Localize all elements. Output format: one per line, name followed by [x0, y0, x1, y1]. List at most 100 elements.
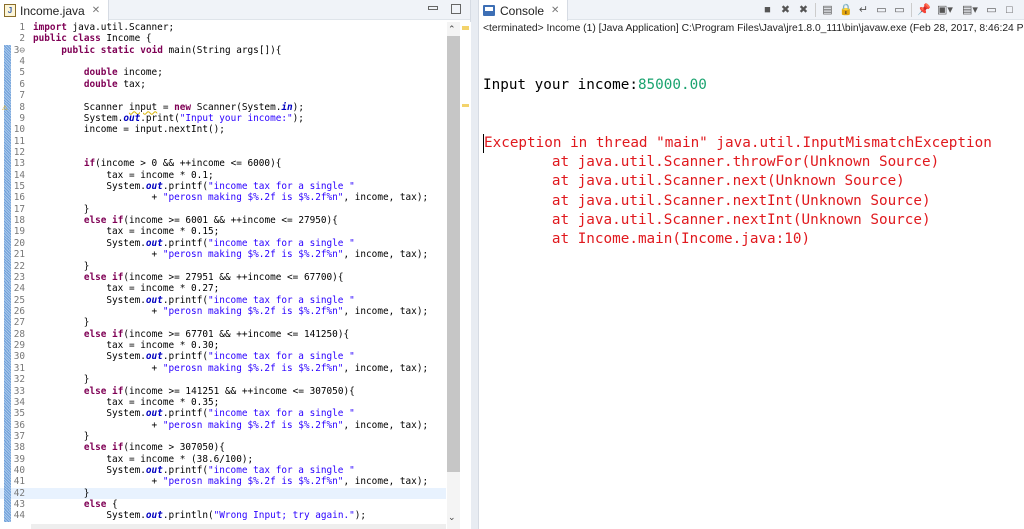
open-console-icon[interactable]: ▤▾: [960, 4, 980, 17]
line-number[interactable]: 5: [0, 67, 31, 79]
close-icon[interactable]: ✕: [551, 5, 559, 16]
line-number[interactable]: 41: [0, 476, 31, 488]
line-number[interactable]: 38: [0, 442, 31, 454]
code-line[interactable]: 16 + "perosn making $%.2f is $%.2f%n", i…: [0, 192, 446, 204]
tab-console[interactable]: Console ✕: [479, 0, 569, 21]
code-line[interactable]: 27 }: [0, 317, 446, 329]
line-number[interactable]: 6: [0, 78, 31, 91]
tab-income-java[interactable]: J Income.java ✕: [0, 0, 110, 21]
line-number[interactable]: 3⊖: [0, 44, 31, 57]
line-number[interactable]: 32: [0, 374, 31, 386]
code-line[interactable]: 13 if(income > 0 && ++income <= 6000){: [0, 158, 446, 170]
line-number[interactable]: 11: [0, 135, 31, 147]
scroll-lock-icon[interactable]: 🔒: [839, 4, 853, 17]
maximize-button[interactable]: [451, 4, 461, 14]
show-on-stderr-icon[interactable]: ▭: [893, 4, 906, 17]
line-number[interactable]: 35: [0, 408, 31, 420]
line-number[interactable]: 33: [0, 385, 31, 397]
code-line[interactable]: 29 tax = income * 0.30;: [0, 340, 446, 352]
clear-console-icon[interactable]: ▤: [821, 4, 834, 17]
console-output[interactable]: Input your income:85000.00 Exception in …: [483, 38, 992, 288]
line-number[interactable]: 37: [0, 430, 31, 443]
code-line[interactable]: 40 System.out.printf("income tax for a s…: [0, 465, 446, 477]
overview-marker[interactable]: [462, 26, 469, 30]
line-number[interactable]: 34: [0, 396, 31, 409]
code-line[interactable]: 11: [0, 135, 446, 147]
code-line[interactable]: 44 System.out.println("Wrong Input; try …: [0, 510, 446, 522]
terminate-icon[interactable]: ■: [761, 4, 774, 17]
code-line[interactable]: 21 + "perosn making $%.2f is $%.2f%n", i…: [0, 249, 446, 261]
code-line[interactable]: 12: [0, 146, 446, 159]
scroll-down-icon[interactable]: ⌄: [448, 512, 456, 523]
line-number[interactable]: 17: [0, 203, 31, 216]
code-line[interactable]: 20 System.out.printf("income tax for a s…: [0, 237, 446, 250]
line-number[interactable]: 26: [0, 305, 31, 318]
code-line[interactable]: 22 }: [0, 260, 446, 272]
line-number[interactable]: 4: [0, 56, 31, 68]
code-line[interactable]: 43 else {: [0, 499, 446, 511]
line-number[interactable]: 27: [0, 317, 31, 329]
line-number[interactable]: 13: [0, 158, 31, 170]
code-line[interactable]: 3⊖ public static void main(String args[]…: [0, 44, 446, 57]
code-line[interactable]: 23 else if(income >= 27951 && ++income <…: [0, 271, 446, 284]
line-number[interactable]: 29: [0, 340, 31, 352]
show-on-stdout-icon[interactable]: ▭: [875, 4, 888, 17]
line-number[interactable]: 2: [0, 33, 31, 44]
line-number[interactable]: 19: [0, 226, 31, 238]
code-line[interactable]: 28 else if(income >= 67701 && ++income <…: [0, 328, 446, 341]
warning-marker[interactable]: [462, 104, 469, 107]
line-number[interactable]: 22: [0, 260, 31, 272]
word-wrap-icon[interactable]: ↵: [857, 4, 870, 17]
code-line[interactable]: 32 }: [0, 374, 446, 386]
code-line[interactable]: 30 System.out.printf("income tax for a s…: [0, 351, 446, 363]
stack-trace-line[interactable]: at java.util.Scanner.nextInt(Unknown Sou…: [483, 192, 992, 211]
code-line[interactable]: 7: [0, 90, 446, 102]
scroll-up-icon[interactable]: ⌃: [448, 24, 456, 35]
code-line[interactable]: 5 double income;: [0, 67, 446, 79]
code-line[interactable]: 2 public class Income {: [0, 33, 446, 44]
code-line[interactable]: 34 tax = income * 0.35;: [0, 396, 446, 409]
stack-trace-line[interactable]: at java.util.Scanner.throwFor(Unknown So…: [483, 153, 992, 172]
line-number[interactable]: 18: [0, 215, 31, 227]
display-console-icon[interactable]: ▣▾: [935, 4, 955, 17]
code-line[interactable]: 4: [0, 56, 446, 68]
code-line[interactable]: 39 tax = income * (38.6/100);: [0, 453, 446, 466]
maximize-button[interactable]: □: [1003, 4, 1016, 17]
line-number[interactable]: 20: [0, 237, 31, 250]
code-line[interactable]: 26 + "perosn making $%.2f is $%.2f%n", i…: [0, 305, 446, 318]
line-number[interactable]: 30: [0, 351, 31, 363]
code-line[interactable]: 36 + "perosn making $%.2f is $%.2f%n", i…: [0, 419, 446, 431]
line-number[interactable]: 1: [0, 22, 31, 33]
code-editor[interactable]: 1 import java.util.Scanner; 2 public class …: [0, 22, 446, 529]
stack-trace-line[interactable]: at Income.main(Income.java:10): [483, 230, 992, 249]
stack-trace-line[interactable]: at java.util.Scanner.nextInt(Unknown Sou…: [483, 211, 992, 230]
line-number[interactable]: 10: [0, 124, 31, 136]
line-number[interactable]: 14: [0, 169, 31, 182]
line-number[interactable]: 25: [0, 294, 31, 306]
line-number[interactable]: 12: [0, 146, 31, 159]
line-number[interactable]: 43: [0, 499, 31, 511]
line-number[interactable]: 7: [0, 90, 31, 102]
code-line[interactable]: 19 tax = income * 0.15;: [0, 226, 446, 238]
warning-icon[interactable]: ⚠: [2, 102, 8, 113]
line-number[interactable]: 36: [0, 419, 31, 431]
line-number[interactable]: 39: [0, 453, 31, 466]
minimize-button[interactable]: [428, 6, 438, 10]
remove-launch-icon[interactable]: ✖: [779, 4, 792, 17]
line-number[interactable]: 42: [0, 487, 31, 500]
code-line[interactable]: 33 else if(income >= 141251 && ++income …: [0, 385, 446, 397]
remove-all-terminated-icon[interactable]: ✖: [797, 4, 810, 17]
line-number[interactable]: 21: [0, 249, 31, 261]
line-number[interactable]: 15: [0, 181, 31, 193]
line-number[interactable]: 44: [0, 510, 31, 522]
code-line[interactable]: 1 import java.util.Scanner;: [0, 22, 446, 33]
line-number[interactable]: 23: [0, 271, 31, 284]
code-line[interactable]: 38 else if(income > 307050){: [0, 442, 446, 454]
horizontal-scrollbar[interactable]: [31, 524, 446, 529]
code-line[interactable]: 14 tax = income * 0.1;: [0, 169, 446, 182]
code-line[interactable]: 41 + "perosn making $%.2f is $%.2f%n", i…: [0, 476, 446, 488]
code-line[interactable]: 24 tax = income * 0.27;: [0, 283, 446, 295]
close-icon[interactable]: ✕: [92, 5, 100, 16]
code-line[interactable]: 35 System.out.printf("income tax for a s…: [0, 408, 446, 420]
overview-ruler[interactable]: [461, 22, 471, 529]
